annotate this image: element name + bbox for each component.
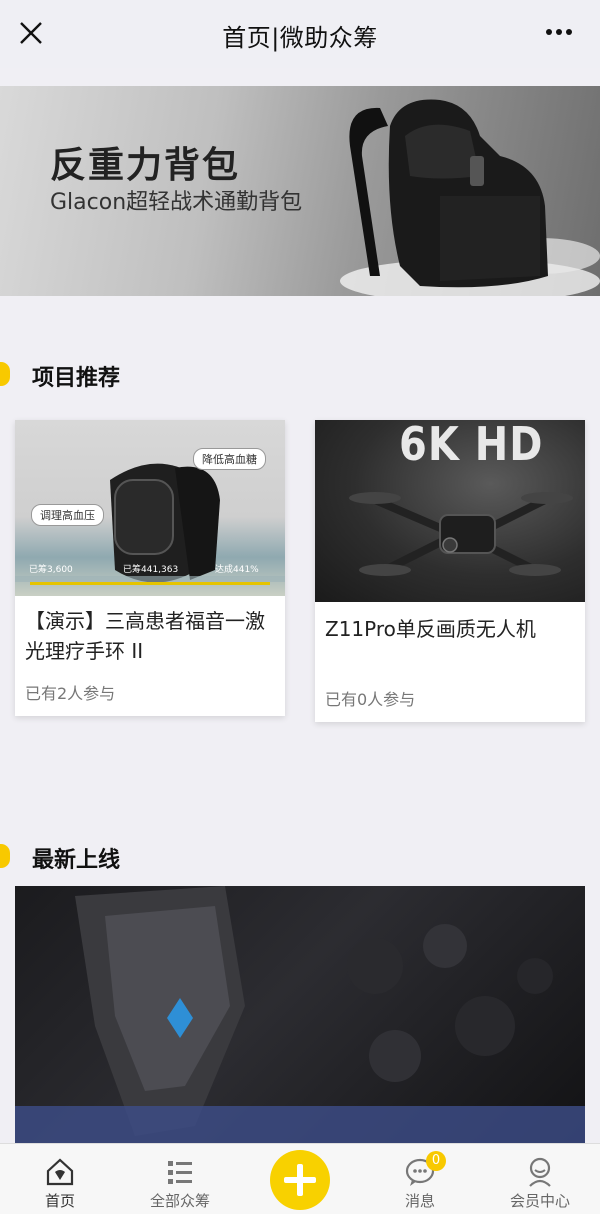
section-title: 最新上线 bbox=[32, 848, 121, 873]
project-card[interactable]: 6K HD Z11Pro单反画质无人机 已有0人参与 bbox=[315, 420, 585, 722]
image-stat: 已筹441,363 bbox=[123, 565, 179, 575]
image-tag: 降低高血糖 bbox=[193, 448, 266, 470]
participant-count: 已有2人参与 bbox=[25, 684, 116, 703]
tab-messages[interactable]: 消息 bbox=[360, 1144, 480, 1214]
project-name: Z11Pro单反画质无人机 bbox=[325, 617, 536, 641]
latest-project-image bbox=[15, 886, 585, 1146]
image-stat: 已筹3,600 bbox=[29, 565, 73, 575]
plus-icon bbox=[284, 1164, 316, 1196]
image-stat: 达成441% bbox=[215, 565, 259, 575]
tab-label: 首页 bbox=[44, 1192, 75, 1210]
create-project-button[interactable] bbox=[270, 1150, 330, 1210]
banner-carousel[interactable]: 反重力背包 Glacon超轻战术通勤背包 bbox=[0, 86, 600, 296]
banner-subtitle: Glacon超轻战术通勤背包 bbox=[50, 190, 303, 215]
banner-title: 反重力背包 bbox=[50, 145, 241, 186]
member-icon bbox=[529, 1157, 551, 1187]
tab-home[interactable]: 首页 bbox=[0, 1144, 120, 1214]
tab-all-projects[interactable]: 全部众筹 bbox=[120, 1144, 240, 1214]
participant-count: 已有0人参与 bbox=[325, 690, 416, 709]
page-title: 首页|微助众筹 bbox=[222, 24, 378, 52]
section-marker bbox=[0, 844, 10, 868]
tab-label: 全部众筹 bbox=[149, 1192, 210, 1210]
project-image: 降低高血糖 调理高血压 已筹3,600 已筹441,363 达成441% bbox=[15, 420, 285, 596]
tab-member-center[interactable]: 会员中心 bbox=[480, 1144, 600, 1214]
list-icon bbox=[168, 1161, 192, 1184]
project-card[interactable]: 降低高血糖 调理高血压 已筹3,600 已筹441,363 达成441% 【演示… bbox=[15, 420, 285, 716]
latest-project-card[interactable] bbox=[15, 886, 585, 1146]
project-image: 6K HD bbox=[315, 420, 585, 602]
image-tag: 调理高血压 bbox=[31, 504, 104, 526]
home-icon bbox=[46, 1158, 74, 1186]
section-title: 项目推荐 bbox=[32, 366, 121, 391]
project-name: 【演示】三高患者福音一激光理疗手环 II bbox=[25, 609, 265, 663]
tab-label: 会员中心 bbox=[509, 1192, 570, 1210]
message-badge: 0 bbox=[426, 1151, 446, 1171]
tab-label: 消息 bbox=[404, 1192, 435, 1210]
drone-image bbox=[349, 492, 573, 576]
top-bar: 首页|微助众筹 bbox=[0, 0, 600, 68]
more-icon[interactable] bbox=[544, 22, 574, 42]
section-marker bbox=[0, 362, 10, 386]
